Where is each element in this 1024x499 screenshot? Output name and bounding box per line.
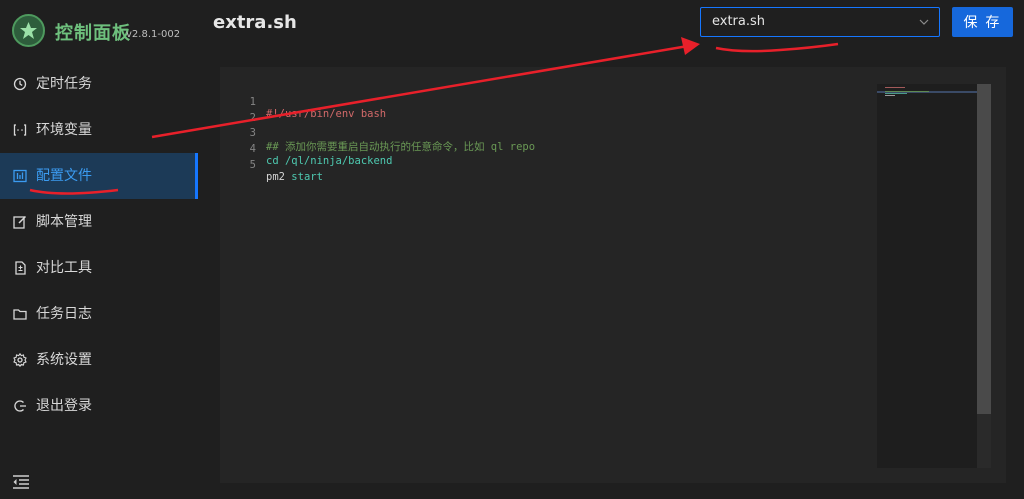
code-token-start: start [291,171,323,183]
chevron-down-icon [919,19,929,25]
diff-icon [15,261,26,275]
sidebar: 控制面板 v2.8.1-002 定时任务 环境变量 配置文件 脚本管理 对比工具… [0,0,198,499]
minimap-line [885,91,929,92]
sidebar-item-label: 任务日志 [36,306,92,322]
file-select[interactable]: extra.sh [700,7,940,37]
gear-icon [13,353,27,367]
sidebar-item-diff[interactable]: 对比工具 [0,245,198,291]
file-select-value: extra.sh [712,14,766,29]
sidebar-item-label: 脚本管理 [36,214,92,230]
code-line: 2 [220,100,860,124]
header: extra.sh extra.sh 保 存 [198,0,1024,64]
save-button[interactable]: 保 存 [952,7,1013,37]
minimap-line [885,95,895,96]
code-text: pm2 start [266,171,323,183]
page-title: extra.sh [213,12,297,33]
config-file-icon [13,169,27,183]
sidebar-item-logout[interactable]: 退出登录 [0,383,198,429]
sidebar-item-settings[interactable]: 系统设置 [0,337,198,383]
sidebar-item-label: 配置文件 [36,168,92,184]
logout-icon [14,400,26,412]
code-line: 4 cd /ql/ninja/backend [220,131,860,167]
scrollbar-thumb[interactable] [977,84,991,414]
brand-title: 控制面板 [55,23,131,44]
edit-icon [13,215,27,229]
code-line: 1 #!/usr/bin/env bash [220,84,860,120]
clock-icon [13,77,27,91]
vertical-scrollbar[interactable] [977,84,991,468]
code-token-pm2: pm2 [266,171,292,183]
code-line: 3 ## 添加你需要重启自动执行的任意命令，比如 ql repo [220,115,860,153]
sidebar-item-env[interactable]: 环境变量 [0,107,198,153]
sidebar-item-label: 系统设置 [36,352,92,368]
brand: 控制面板 v2.8.1-002 [0,0,198,64]
app-window: 控制面板 v2.8.1-002 定时任务 环境变量 配置文件 脚本管理 对比工具… [0,0,1024,499]
sidebar-item-config[interactable]: 配置文件 [0,153,198,199]
minimap-line [885,93,907,94]
logo-icon [12,14,45,47]
folder-icon [13,309,27,320]
code-editor[interactable]: 1 #!/usr/bin/env bash 2 3 ## 添加你需要重启自动执行… [220,67,1006,483]
sidebar-item-logs[interactable]: 任务日志 [0,291,198,337]
sidebar-item-label: 退出登录 [36,398,92,414]
minimap[interactable] [877,84,977,468]
sidebar-item-label: 定时任务 [36,76,92,92]
editor-panel: 1 #!/usr/bin/env bash 2 3 ## 添加你需要重启自动执行… [220,67,1006,483]
sidebar-item-scripts[interactable]: 脚本管理 [0,199,198,245]
variable-icon [13,124,27,136]
menu-fold-icon[interactable] [12,474,30,490]
line-number: 5 [249,159,256,171]
sidebar-item-label: 环境变量 [36,122,92,138]
sidebar-item-label: 对比工具 [36,260,92,276]
sidebar-item-cron[interactable]: 定时任务 [0,61,198,107]
sidebar-menu: 定时任务 环境变量 配置文件 脚本管理 对比工具 任务日志 系统设置 退出登录 [0,61,198,429]
minimap-line [885,87,905,88]
brand-version: v2.8.1-002 [126,29,181,40]
code-line: 5 pm2 start [220,147,860,183]
